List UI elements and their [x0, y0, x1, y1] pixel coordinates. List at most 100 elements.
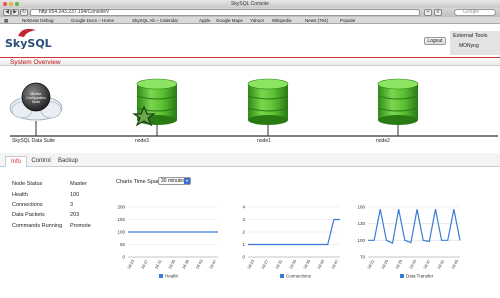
node-status-value: Master	[70, 181, 87, 187]
browser-toolbar: ◀ ▶ ↻ http://54.243.237.194/ConsoleV + ≡…	[0, 8, 500, 17]
x-tick-label: 16:27	[140, 258, 150, 270]
legend-swatch	[400, 274, 404, 278]
health-value: 100	[70, 192, 80, 198]
x-tick-label: 16:41	[436, 258, 446, 270]
x-tick-label: 16:21	[366, 258, 376, 270]
zoom-window-icon[interactable]	[15, 2, 19, 6]
x-tick-label: 16:47	[330, 258, 340, 270]
y-tick-label: 1	[242, 242, 245, 247]
app-logo: SkySQL	[5, 37, 52, 50]
logout-button[interactable]: Logout	[424, 37, 446, 45]
y-tick-label: 100	[357, 238, 365, 243]
legend-swatch	[280, 274, 284, 278]
node-label-node3[interactable]: node3	[135, 138, 149, 144]
x-tick-label: 16:47	[208, 258, 218, 270]
bookmark-item[interactable]: Apple	[199, 17, 211, 24]
node-label-node2[interactable]: node2	[376, 138, 390, 144]
node-status-label: Node Status	[12, 181, 43, 187]
node2-database-icon[interactable]	[377, 78, 419, 125]
monyog-link[interactable]: MONyog	[459, 43, 479, 49]
reload-button[interactable]: ↻	[20, 9, 28, 16]
topology-diagram: Monitor Configuration Node	[9, 78, 498, 137]
health-chart: 05010015020016:23 16:27 16:31 16:35 16:39 16:…	[117, 205, 218, 279]
external-tools-panel: External Tools MONyog	[450, 31, 500, 55]
commands-running-label: Commands Running	[12, 223, 63, 229]
system-overview-bar	[0, 57, 500, 66]
x-tick-label: 16:31	[153, 258, 163, 270]
legend-label: Connections	[286, 274, 312, 279]
y-tick-label: 200	[117, 205, 125, 210]
y-tick-label: 130	[357, 221, 365, 226]
tab-control[interactable]: Control	[29, 156, 53, 167]
close-window-icon[interactable]	[3, 2, 7, 6]
commands-running-value: Promote	[70, 223, 91, 229]
bookmarks-icon[interactable]: ▦	[4, 17, 8, 24]
y-tick-label: 0	[122, 255, 125, 260]
y-tick-label: 0	[242, 255, 245, 260]
y-tick-label: 70	[360, 255, 366, 260]
y-tick-label: 150	[117, 217, 125, 222]
x-tick-label: 16:45	[450, 258, 460, 270]
x-tick-label: 16:23	[246, 258, 256, 270]
y-tick-label: 50	[120, 242, 126, 247]
x-tick-label: 16:35	[167, 258, 177, 270]
x-tick-label: 16:31	[274, 258, 284, 270]
y-tick-label: 160	[357, 205, 365, 210]
bookmark-item[interactable]: Google Maps	[216, 17, 243, 24]
connections-label: Connections	[12, 202, 43, 208]
legend-swatch	[159, 274, 163, 278]
bookmark-item[interactable]: Google Docs – Home	[71, 17, 114, 24]
bookmark-item[interactable]: NetGear Debug	[22, 17, 54, 24]
data-packets-value: 203	[70, 212, 80, 218]
legend-label: Data Transfer	[406, 274, 434, 279]
bookmark-item[interactable]: Yahoo!	[250, 17, 264, 24]
x-tick-label: 16:43	[194, 258, 204, 270]
address-bar[interactable]: http://54.243.237.194/ConsoleV	[30, 9, 420, 16]
system-overview-title: System Overview	[10, 59, 61, 66]
y-tick-label: 100	[117, 230, 125, 235]
window-title-bar: SkySQL Console	[0, 0, 500, 8]
connections-value: 3	[70, 202, 74, 208]
time-span-value: 30 minutes	[161, 178, 186, 184]
data-transfer-chart: 70 100 130 160 16:21 16:25 16:29 16:33 16:37 16:4…	[357, 205, 461, 279]
bookmark-item[interactable]: SkySQL Ab – Calendar	[132, 17, 178, 24]
health-label: Health	[12, 192, 28, 198]
tab-info[interactable]: Info	[5, 156, 27, 167]
y-tick-label: 4	[242, 205, 245, 210]
svg-text:Node: Node	[32, 100, 40, 104]
x-tick-label: 16:33	[408, 258, 418, 270]
x-tick-label: 16:25	[380, 258, 390, 270]
back-button[interactable]: ◀	[3, 9, 11, 16]
minimize-window-icon[interactable]	[9, 2, 13, 6]
x-tick-label: 16:35	[288, 258, 298, 270]
bookmark-item[interactable]: Wikipedia	[272, 17, 292, 24]
charts-time-span-label: Charts Time Span	[116, 179, 161, 185]
y-tick-label: 2	[242, 230, 245, 235]
search-field[interactable]: Google	[454, 9, 496, 16]
external-tools-label: External Tools	[453, 33, 488, 39]
node1-database-icon[interactable]	[247, 78, 289, 125]
x-tick-label: 16:39	[181, 258, 191, 270]
legend-label: Health	[165, 274, 179, 279]
series-line	[368, 209, 461, 244]
x-tick-label: 16:23	[126, 258, 136, 270]
connections-chart: 0 1 2 3 4 16:23 16:27 16:31 16:35 16:39 16:43 16:47…	[242, 205, 340, 279]
node-label-data-suite[interactable]: SkySQL Data Suite	[12, 138, 55, 144]
x-tick-label: 16:27	[260, 258, 270, 270]
time-span-select[interactable]: 30 minutes ▾	[158, 177, 191, 185]
bookmarks-bar: ▦ NetGear Debug Google Docs – Home SkySQ…	[0, 17, 500, 24]
reader-button[interactable]: ≡	[434, 9, 442, 16]
tab-backup[interactable]: Backup	[56, 156, 80, 167]
bookmark-item[interactable]: News (764)	[305, 17, 328, 24]
data-suite-node[interactable]: Monitor Configuration Node	[9, 82, 63, 121]
x-tick-label: 16:39	[302, 258, 312, 270]
x-tick-label: 16:29	[394, 258, 404, 270]
bookmark-item[interactable]: Popular	[340, 17, 356, 24]
data-packets-label: Data Packets	[12, 212, 45, 218]
dropdown-arrow-icon: ▾	[184, 178, 190, 184]
x-tick-label: 16:43	[316, 258, 326, 270]
forward-button[interactable]: ▶	[11, 9, 19, 16]
add-bookmark-button[interactable]: +	[424, 9, 432, 16]
search-placeholder: Google	[463, 9, 480, 15]
node-label-node1[interactable]: node1	[257, 138, 271, 144]
